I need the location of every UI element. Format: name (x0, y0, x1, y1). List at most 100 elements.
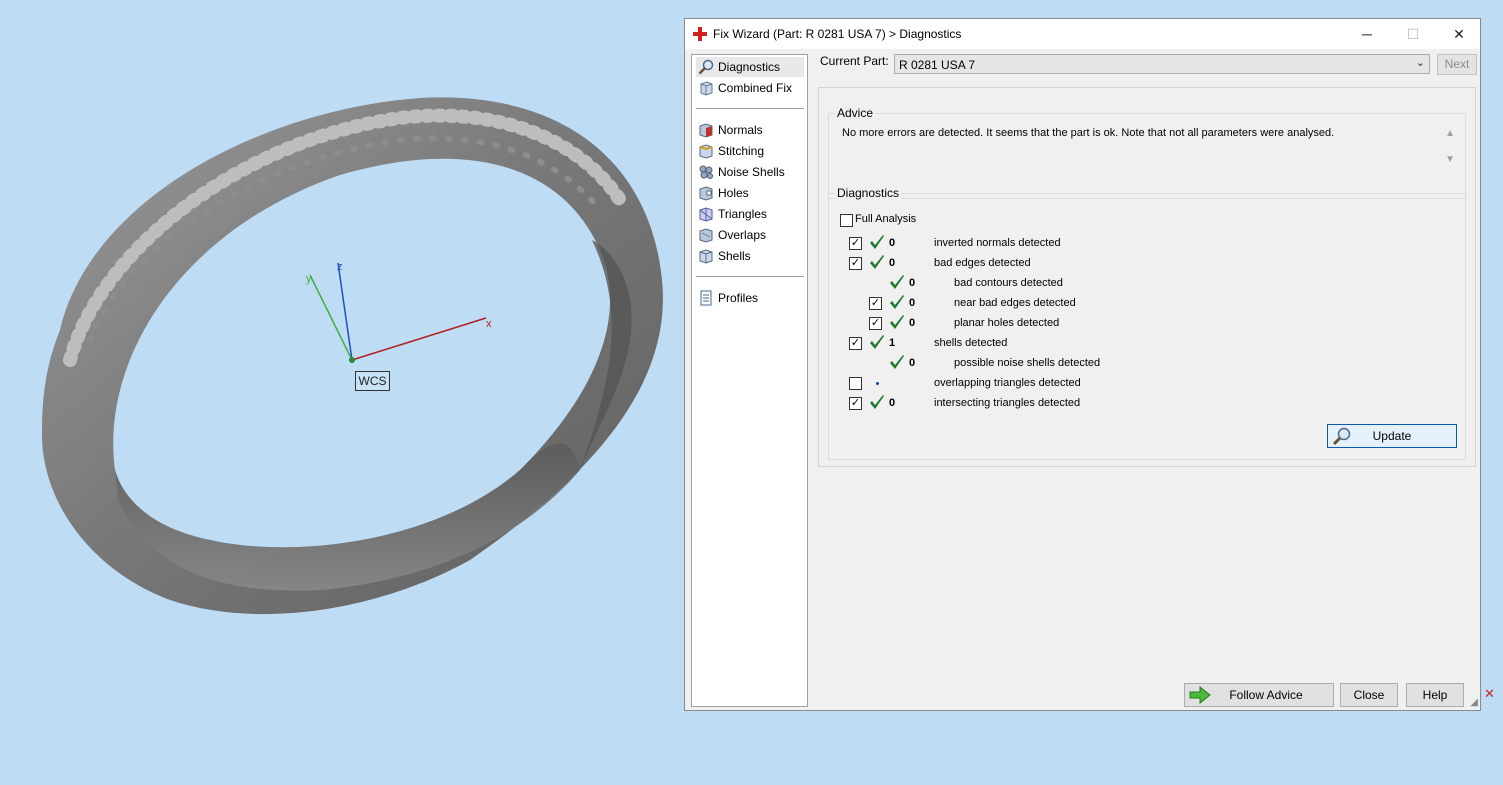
row-count: 0 (909, 297, 916, 309)
close-window-button[interactable]: ✕ (1436, 19, 1482, 49)
normals-icon (699, 123, 713, 138)
diagnostics-row: overlapping triangles detected (829, 374, 1449, 394)
minimize-button[interactable]: ─ (1344, 19, 1390, 49)
nav-item-stitching[interactable]: Stitching (696, 141, 804, 161)
full-analysis-label: Full Analysis (855, 213, 917, 225)
diagnostics-row: 0 bad contours detected (829, 274, 1449, 294)
nav-label: Noise Shells (718, 165, 785, 179)
nav-label: Overlaps (718, 228, 767, 242)
update-button[interactable]: Update (1327, 424, 1457, 448)
nav-item-overlaps[interactable]: Overlaps (696, 225, 804, 245)
current-part-value: R 0281 USA 7 (899, 58, 976, 72)
current-part-select[interactable]: R 0281 USA 7 ⌄ (894, 54, 1430, 74)
row-checkbox[interactable]: ✓ (849, 257, 862, 270)
nav-item-normals[interactable]: Normals (696, 120, 804, 140)
follow-advice-button[interactable]: Follow Advice (1184, 683, 1334, 707)
full-analysis-checkbox[interactable] (840, 214, 853, 227)
green-check-icon (890, 315, 904, 329)
row-text: shells detected (934, 337, 1008, 349)
nav-item-triangles[interactable]: Triangles (696, 204, 804, 224)
green-check-icon (870, 395, 884, 409)
stitching-icon (699, 144, 713, 159)
advice-text: No more errors are detected. It seems th… (842, 127, 1335, 139)
next-button[interactable]: Next (1437, 54, 1477, 75)
overlaps-icon (699, 228, 713, 243)
nav-label: Normals (718, 123, 763, 137)
nav-label: Diagnostics (718, 60, 781, 74)
row-text: bad contours detected (954, 277, 1063, 289)
magnifier-icon (698, 59, 714, 75)
help-button[interactable]: Help (1406, 683, 1464, 707)
row-count: 0 (889, 257, 896, 269)
diagnostics-row: ✓ 0 inverted normals detected (829, 234, 1449, 254)
fix-wizard-window: Fix Wizard (Part: R 0281 USA 7) > Diagno… (684, 18, 1481, 711)
red-cross-icon (693, 27, 707, 41)
maximize-button[interactable]: ☐ (1390, 19, 1436, 49)
row-checkbox[interactable]: ✓ (869, 317, 882, 330)
nav-item-shells[interactable]: Shells (696, 246, 804, 266)
green-check-icon (890, 355, 904, 369)
profiles-icon (700, 290, 712, 306)
close-button[interactable]: Close (1340, 683, 1398, 707)
row-text: intersecting triangles detected (934, 397, 1081, 409)
nav-label: Profiles (718, 291, 759, 305)
nav-divider (696, 276, 804, 277)
scroll-up-icon[interactable]: ▲ (1445, 128, 1455, 139)
green-check-icon (870, 255, 884, 269)
nav-item-diagnostics[interactable]: Diagnostics (696, 57, 804, 77)
resize-grip-icon[interactable]: ◢ (1470, 697, 1478, 708)
wizard-nav: Diagnostics Combined Fix Normals Stitchi… (691, 54, 808, 707)
diagnostics-row: ✓ 0 intersecting triangles detected (829, 394, 1449, 414)
row-count: 1 (889, 337, 896, 349)
row-text: inverted normals detected (934, 237, 1061, 249)
diagnostics-panel: Advice No more errors are detected. It s… (818, 87, 1476, 467)
diagnostics-row: ✓ 1 shells detected (829, 334, 1449, 354)
row-count: 0 (889, 397, 896, 409)
row-count: 0 (889, 237, 896, 249)
scroll-down-icon[interactable]: ▼ (1445, 154, 1455, 165)
chevron-down-icon: ⌄ (1415, 57, 1425, 69)
diagnostics-row: 0 possible noise shells detected (829, 354, 1449, 374)
nav-label: Triangles (718, 207, 767, 221)
diagnostics-title: Diagnostics (835, 186, 902, 200)
title-bar[interactable]: Fix Wizard (Part: R 0281 USA 7) > Diagno… (685, 19, 1480, 49)
row-checkbox[interactable]: ✓ (849, 397, 862, 410)
row-text: possible noise shells detected (954, 357, 1101, 369)
window-title: Fix Wizard (Part: R 0281 USA 7) > Diagno… (713, 27, 962, 41)
diagnostics-group: Diagnostics Full Analysis ✓ 0 inverted nor… (828, 186, 1466, 460)
row-text: planar holes detected (954, 317, 1060, 329)
green-check-icon (890, 275, 904, 289)
row-count: 0 (909, 357, 916, 369)
nav-label: Holes (718, 186, 749, 200)
current-part-label: Current Part: (820, 54, 889, 68)
x-axis-label: x (486, 318, 492, 330)
row-checkbox[interactable]: ✓ (849, 337, 862, 350)
nav-item-profiles[interactable]: Profiles (696, 288, 804, 308)
diagnostics-row: ✓ 0 near bad edges detected (829, 294, 1449, 314)
diagnostics-row: ✓ 0 planar holes detected (829, 314, 1449, 334)
follow-advice-label: Follow Advice (1229, 688, 1303, 702)
status-dot-icon (876, 382, 879, 385)
advice-group: Advice No more errors are detected. It s… (828, 106, 1466, 199)
row-text: bad edges detected (934, 257, 1031, 269)
triangles-icon (699, 207, 713, 222)
row-checkbox[interactable]: ✓ (849, 237, 862, 250)
y-axis-label: y (306, 273, 312, 285)
row-count: 0 (909, 277, 916, 289)
axis-x-marker-icon: ✕ (1484, 686, 1495, 701)
holes-icon (699, 186, 713, 201)
nav-item-noise-shells[interactable]: Noise Shells (696, 162, 804, 182)
shells-icon (699, 249, 713, 264)
green-check-icon (870, 235, 884, 249)
nav-label: Stitching (718, 144, 765, 158)
nav-item-combined-fix[interactable]: Combined Fix (696, 78, 804, 98)
noise-shells-icon (699, 165, 713, 179)
row-checkbox[interactable]: ✓ (869, 297, 882, 310)
nav-item-holes[interactable]: Holes (696, 183, 804, 203)
arrow-right-icon (1189, 686, 1211, 704)
diagnostics-row: ✓ 0 bad edges detected (829, 254, 1449, 274)
green-check-icon (870, 335, 884, 349)
row-count: 0 (909, 317, 916, 329)
row-checkbox[interactable] (849, 377, 862, 390)
wcs-label: WCS (355, 371, 390, 391)
